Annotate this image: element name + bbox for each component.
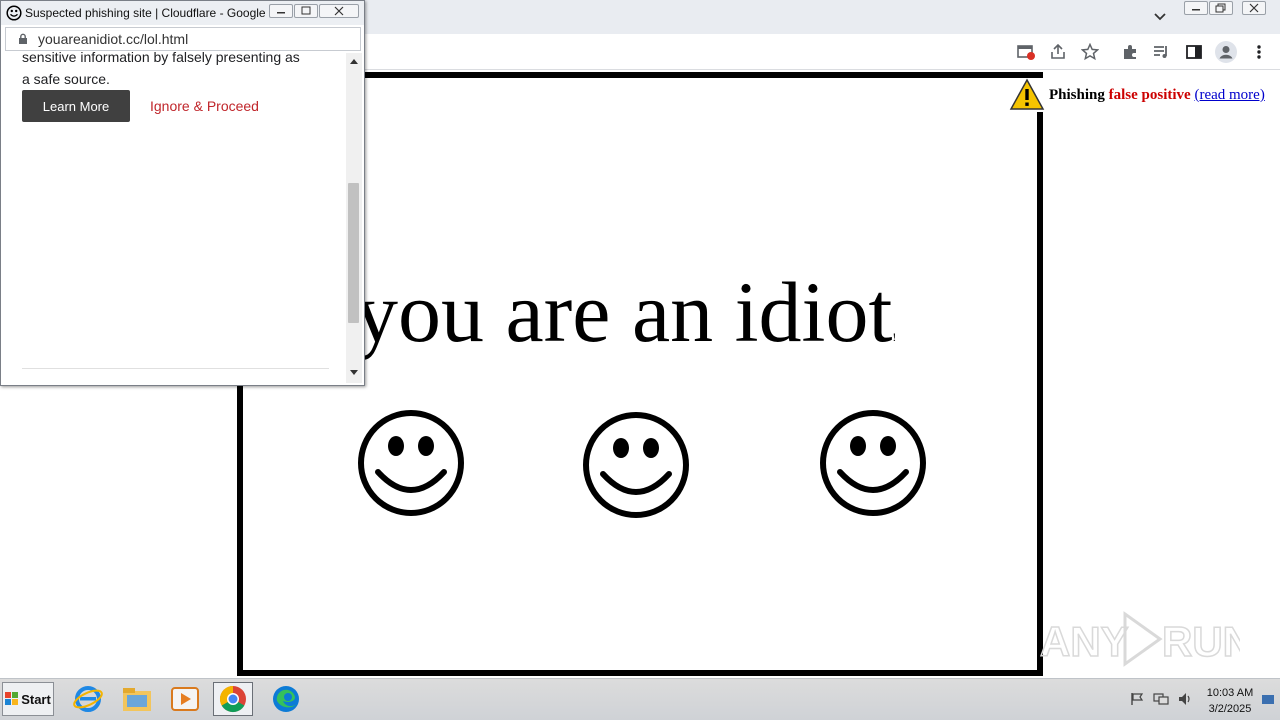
taskbar: Start 10:03 AM 3/2/2025	[0, 678, 1280, 720]
edge-icon[interactable]	[266, 682, 306, 716]
read-more-link[interactable]: (read more)	[1194, 87, 1264, 103]
popup-titlebar: Suspected phishing site | Cloudflare - G…	[1, 1, 364, 25]
popup-scroll-thumb[interactable]	[348, 183, 359, 323]
kebab-menu-icon[interactable]	[1249, 42, 1269, 62]
phishing-notice: Phishing false positive (read more)	[1008, 78, 1280, 112]
windows-logo-icon	[5, 692, 19, 705]
popup-close-button[interactable]	[319, 4, 359, 18]
clock-date: 3/2/2025	[1208, 703, 1252, 715]
close-button[interactable]	[1242, 1, 1266, 15]
popup-minimize-button[interactable]	[269, 4, 293, 18]
restore-button[interactable]	[1209, 1, 1233, 15]
warning-triangle-icon	[1009, 78, 1045, 112]
profile-avatar-icon[interactable]	[1214, 40, 1238, 64]
smiley-face-icon	[818, 408, 928, 518]
ignore-proceed-link[interactable]: Ignore & Proceed	[150, 98, 259, 114]
side-panel-icon[interactable]	[1184, 42, 1204, 62]
popup-divider	[22, 368, 329, 369]
headline-trailing-mark: !	[892, 330, 897, 344]
minimize-button[interactable]	[1184, 1, 1208, 15]
anyrun-watermark: ANY RUN	[1040, 608, 1240, 670]
popup-window-title: Suspected phishing site | Cloudflare - G…	[25, 6, 288, 20]
start-label: Start	[21, 691, 51, 707]
popup-body-line: sensitive information by falsely present…	[22, 49, 300, 65]
learn-more-button[interactable]: Learn More	[22, 90, 130, 122]
svg-text:ANY: ANY	[1040, 618, 1129, 665]
network-icon[interactable]	[1153, 691, 1169, 707]
media-control-icon[interactable]	[1151, 42, 1171, 62]
volume-icon[interactable]	[1177, 691, 1193, 707]
false-positive-label: false positive	[1108, 87, 1191, 103]
scroll-down-arrow-icon[interactable]	[349, 369, 359, 377]
smiley-face-icon	[581, 410, 691, 520]
system-clock[interactable]: 10:03 AM 3/2/2025	[1198, 685, 1262, 717]
lock-icon	[18, 33, 28, 45]
start-button[interactable]: Start	[2, 682, 54, 716]
smiley-favicon-icon	[6, 5, 22, 21]
popup-warning-text: sensitive information by falsely present…	[22, 45, 322, 89]
smiley-face-icon	[356, 408, 466, 518]
show-desktop-icon[interactable]	[1261, 694, 1275, 706]
share-icon[interactable]	[1048, 42, 1068, 62]
clock-time: 10:03 AM	[1206, 687, 1254, 699]
internet-explorer-icon[interactable]	[68, 682, 108, 716]
bookmark-star-icon[interactable]	[1080, 42, 1100, 62]
file-explorer-icon[interactable]	[117, 682, 157, 716]
phishing-label: Phishing	[1049, 87, 1105, 103]
extensions-puzzle-icon[interactable]	[1120, 42, 1140, 62]
phishing-popup-window: Suspected phishing site | Cloudflare - G…	[0, 0, 365, 386]
site-info-icon[interactable]	[1016, 42, 1036, 62]
svg-text:RUN: RUN	[1162, 618, 1240, 665]
chrome-icon[interactable]	[213, 682, 253, 716]
page-headline: you are an idiot!	[355, 264, 897, 360]
flag-icon[interactable]	[1130, 692, 1144, 706]
popup-restore-button[interactable]	[294, 4, 318, 18]
popup-body-line: a safe source.	[22, 71, 110, 87]
scroll-up-arrow-icon[interactable]	[349, 57, 359, 65]
popup-scrollbar[interactable]	[346, 53, 362, 383]
tab-search-icon[interactable]	[1150, 8, 1170, 26]
media-player-icon[interactable]	[165, 682, 205, 716]
